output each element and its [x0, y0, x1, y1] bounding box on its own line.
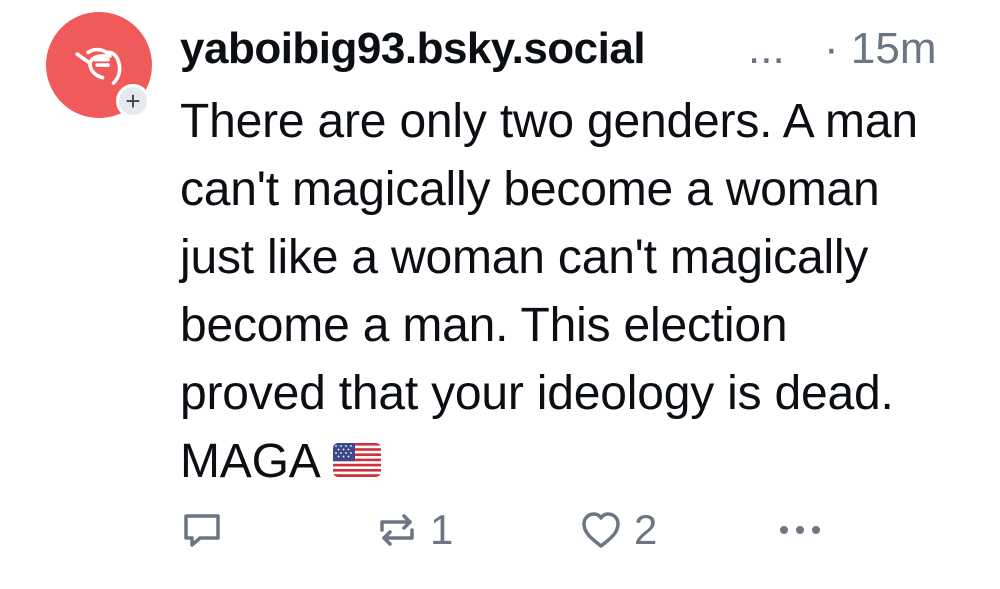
more-options-button[interactable]: [776, 500, 824, 560]
shaka-hand-icon: [75, 47, 122, 85]
post-text: There are only two genders. A man can't …: [180, 95, 918, 488]
post-body: There are only two genders. A man can't …: [180, 88, 940, 496]
like-button[interactable]: 2: [578, 500, 657, 560]
avatar-wrapper[interactable]: +: [46, 12, 152, 118]
handle-truncation: ...: [748, 24, 785, 73]
post-timestamp[interactable]: · 15m: [824, 24, 936, 74]
post: + yaboibig93.bsky.social ... · 15m There…: [0, 0, 1000, 589]
post-actions: 1 2: [180, 500, 840, 560]
post-header: yaboibig93.bsky.social ... · 15m: [180, 24, 970, 74]
heart-icon: [582, 512, 620, 548]
author-handle[interactable]: yaboibig93.bsky.social: [180, 24, 646, 74]
us-flag-icon: [332, 443, 381, 478]
more-icon: [780, 526, 820, 534]
repost-icon: [380, 514, 414, 546]
reply-icon: [184, 514, 220, 547]
repost-count: 1: [430, 506, 454, 553]
like-count: 2: [634, 506, 658, 553]
repost-button[interactable]: 1: [374, 500, 453, 560]
plus-icon: +: [125, 86, 141, 116]
follow-button[interactable]: +: [116, 84, 150, 118]
reply-button[interactable]: [180, 500, 234, 560]
